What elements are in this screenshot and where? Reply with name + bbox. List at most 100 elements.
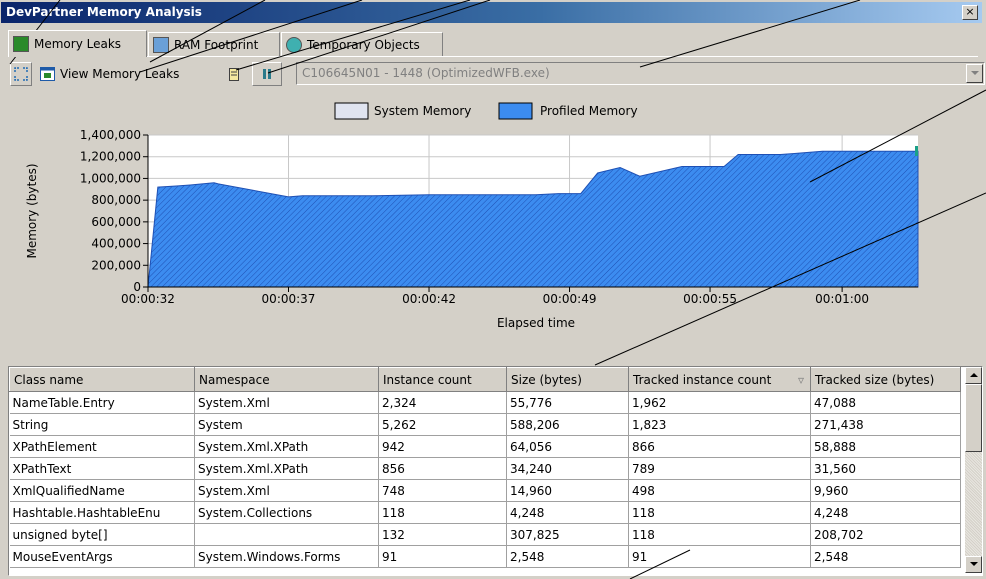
table-cell: 55,776 [506,391,629,414]
memory-analysis-window: DevPartner Memory Analysis × Memory Leak… [0,0,986,579]
table-cell [194,523,379,546]
y-tick-label: 400,000 [91,237,141,251]
y-tick-label: 1,000,000 [80,171,141,185]
table-cell: System.Xml.XPath [194,457,379,480]
class-table: Class name Namespace Instance count Size… [9,367,961,568]
x-axis-label: Elapsed time [497,316,575,330]
x-tick-label: 00:00:55 [683,292,737,306]
class-table-container: Class name Namespace Instance count Size… [8,366,983,576]
column-header-instance-count[interactable]: Instance count [378,367,507,392]
table-cell: System.Xml [194,479,379,502]
temporary-objects-icon [286,36,302,53]
table-row[interactable]: NameTable.Entry System.Xml 2,324 55,776 1,96… [9,391,961,414]
x-tick-label: 00:01:00 [815,292,869,306]
process-select[interactable]: C106645N01 - 1448 (OptimizedWFB.exe) [296,62,985,85]
table-cell: 1,823 [628,413,811,436]
fit-view-button[interactable] [10,62,32,86]
table-cell: 91 [628,545,811,568]
process-select-value: C106645N01 - 1448 (OptimizedWFB.exe) [302,66,550,80]
table-cell: 2,548 [810,545,961,568]
table-cell: unsigned byte[] [9,523,195,546]
table-row[interactable]: String System 5,262 588,206 1,823 271,438 [9,413,961,436]
table-row[interactable]: XPathElement System.Xml.XPath 942 64,056 866… [9,435,961,458]
legend-swatch-system-memory [334,102,369,120]
table-cell: System.Windows.Forms [194,545,379,568]
table-cell: 31,560 [810,457,961,480]
memory-chart: System Memory Profiled Memory 0200,00040… [25,102,919,330]
table-cell: 58,888 [810,435,961,458]
title-bar: DevPartner Memory Analysis × [1,2,982,23]
scroll-down-button[interactable] [965,556,982,573]
table-cell: 118 [378,501,507,524]
snapshot-icon [229,68,239,81]
column-header-label: Tracked instance count [633,372,772,387]
table-cell: 271,438 [810,413,961,436]
toolbar: View Memory Leaks C106645N01 - 1448 (Opt… [8,58,985,90]
memory-leaks-icon [13,36,29,52]
table-cell: 64,056 [506,435,629,458]
table-cell: NameTable.Entry [9,391,195,414]
table-cell: String [9,413,195,436]
x-tick-label: 00:00:32 [121,292,175,306]
chevron-down-icon [970,71,979,75]
ram-footprint-icon [153,36,169,53]
table-cell: MouseEventArgs [9,545,195,568]
pause-icon [263,69,271,79]
y-axis-label: Memory (bytes) [25,163,39,258]
y-tick-labels: 0200,000400,000600,000800,0001,000,0001,… [80,128,148,294]
fit-view-icon [14,67,28,81]
table-cell: Hashtable.HashtableEnu [9,501,195,524]
column-header-tracked-size[interactable]: Tracked size (bytes) [810,367,961,392]
chevron-up-icon [969,373,978,377]
table-cell: 1,962 [628,391,811,414]
x-tick-label: 00:00:49 [543,292,597,306]
y-tick-label: 800,000 [91,193,141,207]
table-cell: 4,248 [506,501,629,524]
table-cell: 9,960 [810,479,961,502]
table-row[interactable]: Hashtable.HashtableEnu System.Collections… [9,501,961,524]
close-button[interactable]: × [962,5,978,20]
x-tick-label: 00:00:37 [262,292,316,306]
scrollbar-thumb[interactable] [965,384,982,452]
column-header-class-name[interactable]: Class name [9,367,195,392]
pause-button[interactable] [252,62,282,86]
window-title: DevPartner Memory Analysis [6,5,202,19]
table-cell: 2,548 [506,545,629,568]
table-cell: System.Xml.XPath [194,435,379,458]
scroll-up-button[interactable] [965,367,982,384]
table-row[interactable]: MouseEventArgs System.Windows.Forms 91 2,54… [9,545,961,568]
legend-swatch-profiled-memory [498,102,533,120]
y-tick-label: 600,000 [91,215,141,229]
dropdown-arrow-button[interactable] [966,64,983,83]
table-row[interactable]: unsigned byte[] 132 307,825 118 208,702 [9,523,961,546]
y-tick-label: 200,000 [91,258,141,272]
table-cell: 588,206 [506,413,629,436]
table-cell: System.Xml [194,391,379,414]
table-cell: XPathText [9,457,195,480]
column-header-namespace[interactable]: Namespace [194,367,379,392]
snapshot-button[interactable] [228,66,240,82]
tab-ram-footprint[interactable]: RAM Footprint [148,32,280,56]
table-cell: 5,262 [378,413,507,436]
table-cell: 856 [378,457,507,480]
tab-memory-leaks[interactable]: Memory Leaks [8,30,147,57]
table-cell: 748 [378,479,507,502]
y-tick-label: 1,400,000 [80,128,141,142]
tab-label: Memory Leaks [34,37,122,51]
table-cell: System.Collections [194,501,379,524]
table-cell: 118 [628,501,811,524]
table-cell: 132 [378,523,507,546]
view-memory-leaks-button[interactable]: View Memory Leaks [40,66,179,82]
tab-temporary-objects[interactable]: Temporary Objects [281,32,443,56]
column-header-tracked-instance-count[interactable]: Tracked instance count ▿ [628,367,811,392]
table-cell: 91 [378,545,507,568]
column-header-size[interactable]: Size (bytes) [506,367,629,392]
table-cell: System [194,413,379,436]
view-memory-leaks-label: View Memory Leaks [60,67,180,81]
table-cell: 47,088 [810,391,961,414]
tab-label: RAM Footprint [174,37,259,52]
vertical-scrollbar[interactable] [965,367,982,573]
table-row[interactable]: XmlQualifiedName System.Xml 748 14,960 498 9,… [9,479,961,502]
table-row[interactable]: XPathText System.Xml.XPath 856 34,240 789 31,… [9,457,961,480]
tab-label: Temporary Objects [307,37,420,52]
